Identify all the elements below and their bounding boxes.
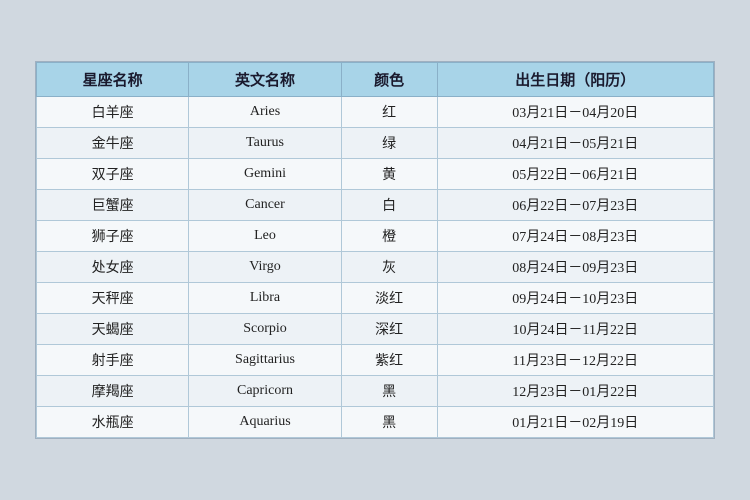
cell-english: Capricorn — [189, 376, 341, 407]
cell-english: Virgo — [189, 252, 341, 283]
cell-color: 紫红 — [341, 345, 437, 376]
cell-english: Aquarius — [189, 407, 341, 438]
cell-dates: 01月21日－02月19日 — [437, 407, 713, 438]
cell-english: Scorpio — [189, 314, 341, 345]
cell-english: Aries — [189, 97, 341, 128]
table-row: 天蝎座Scorpio深红10月24日－11月22日 — [37, 314, 714, 345]
cell-dates: 07月24日－08月23日 — [437, 221, 713, 252]
cell-dates: 05月22日－06月21日 — [437, 159, 713, 190]
cell-color: 淡红 — [341, 283, 437, 314]
cell-chinese: 双子座 — [37, 159, 189, 190]
cell-chinese: 处女座 — [37, 252, 189, 283]
cell-english: Cancer — [189, 190, 341, 221]
col-header-chinese: 星座名称 — [37, 63, 189, 97]
col-header-color: 颜色 — [341, 63, 437, 97]
cell-color: 白 — [341, 190, 437, 221]
table-row: 巨蟹座Cancer白06月22日－07月23日 — [37, 190, 714, 221]
cell-chinese: 水瓶座 — [37, 407, 189, 438]
col-header-dates: 出生日期（阳历） — [437, 63, 713, 97]
cell-chinese: 白羊座 — [37, 97, 189, 128]
cell-chinese: 狮子座 — [37, 221, 189, 252]
table-row: 摩羯座Capricorn黑12月23日－01月22日 — [37, 376, 714, 407]
table-header-row: 星座名称 英文名称 颜色 出生日期（阳历） — [37, 63, 714, 97]
cell-dates: 09月24日－10月23日 — [437, 283, 713, 314]
cell-dates: 08月24日－09月23日 — [437, 252, 713, 283]
cell-color: 红 — [341, 97, 437, 128]
table-row: 白羊座Aries红03月21日－04月20日 — [37, 97, 714, 128]
cell-color: 黄 — [341, 159, 437, 190]
table-row: 狮子座Leo橙07月24日－08月23日 — [37, 221, 714, 252]
cell-dates: 10月24日－11月22日 — [437, 314, 713, 345]
cell-color: 黑 — [341, 407, 437, 438]
cell-color: 绿 — [341, 128, 437, 159]
cell-english: Leo — [189, 221, 341, 252]
cell-english: Libra — [189, 283, 341, 314]
cell-english: Sagittarius — [189, 345, 341, 376]
cell-chinese: 天蝎座 — [37, 314, 189, 345]
cell-color: 黑 — [341, 376, 437, 407]
cell-chinese: 巨蟹座 — [37, 190, 189, 221]
cell-dates: 04月21日－05月21日 — [437, 128, 713, 159]
cell-dates: 06月22日－07月23日 — [437, 190, 713, 221]
cell-english: Taurus — [189, 128, 341, 159]
cell-dates: 11月23日－12月22日 — [437, 345, 713, 376]
cell-color: 灰 — [341, 252, 437, 283]
cell-chinese: 摩羯座 — [37, 376, 189, 407]
table-row: 天秤座Libra淡红09月24日－10月23日 — [37, 283, 714, 314]
cell-color: 深红 — [341, 314, 437, 345]
cell-chinese: 金牛座 — [37, 128, 189, 159]
cell-chinese: 射手座 — [37, 345, 189, 376]
zodiac-table: 星座名称 英文名称 颜色 出生日期（阳历） 白羊座Aries红03月21日－04… — [36, 62, 714, 438]
cell-dates: 12月23日－01月22日 — [437, 376, 713, 407]
table-row: 双子座Gemini黄05月22日－06月21日 — [37, 159, 714, 190]
table-row: 水瓶座Aquarius黑01月21日－02月19日 — [37, 407, 714, 438]
cell-english: Gemini — [189, 159, 341, 190]
col-header-english: 英文名称 — [189, 63, 341, 97]
zodiac-table-wrapper: 星座名称 英文名称 颜色 出生日期（阳历） 白羊座Aries红03月21日－04… — [35, 61, 715, 439]
table-row: 射手座Sagittarius紫红11月23日－12月22日 — [37, 345, 714, 376]
cell-color: 橙 — [341, 221, 437, 252]
table-row: 处女座Virgo灰08月24日－09月23日 — [37, 252, 714, 283]
cell-dates: 03月21日－04月20日 — [437, 97, 713, 128]
cell-chinese: 天秤座 — [37, 283, 189, 314]
table-row: 金牛座Taurus绿04月21日－05月21日 — [37, 128, 714, 159]
